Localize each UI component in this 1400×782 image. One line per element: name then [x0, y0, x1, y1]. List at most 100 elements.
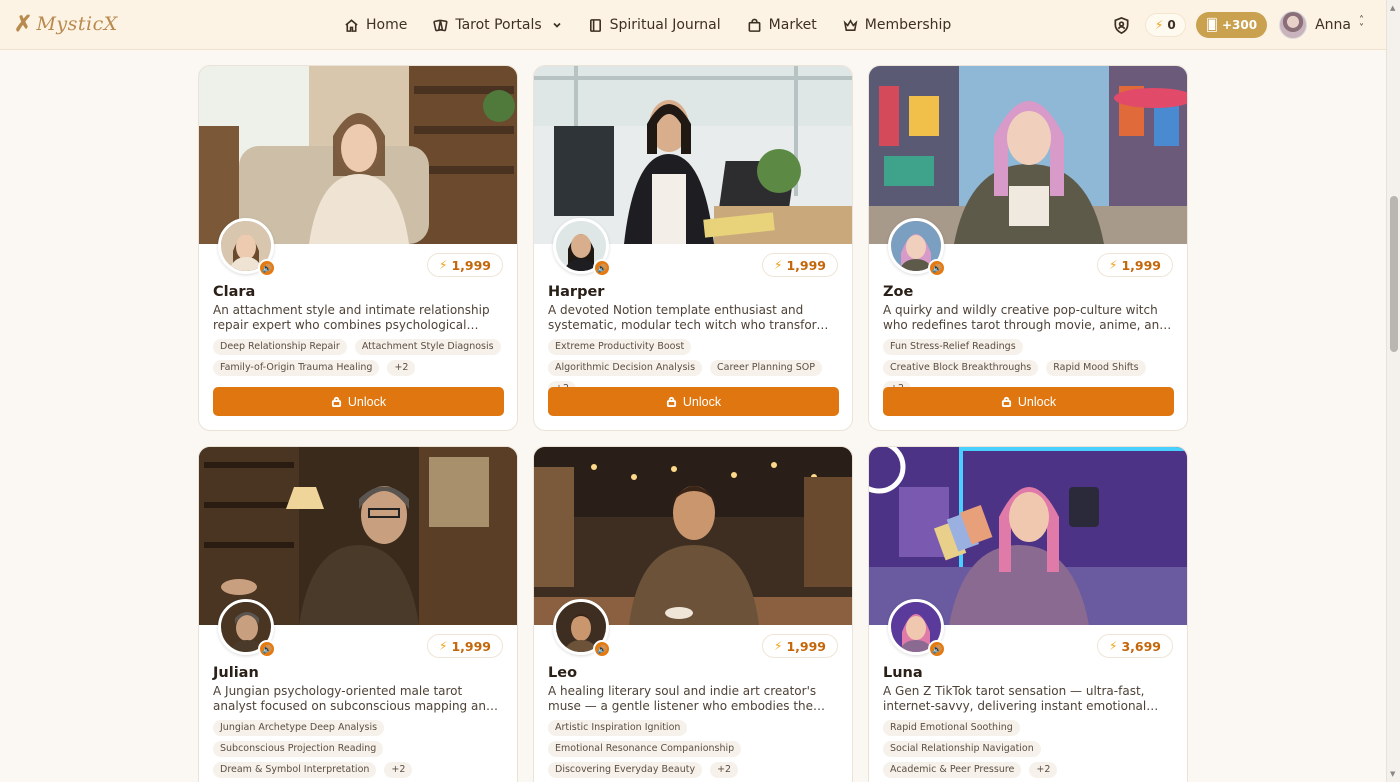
- scroll-thumb[interactable]: [1390, 196, 1398, 352]
- user-menu[interactable]: Anna ˄ ˅: [1279, 11, 1364, 39]
- audio-icon[interactable]: 🔊: [258, 640, 276, 658]
- price-value: 1,999: [1121, 257, 1161, 273]
- safety-button[interactable]: [1109, 12, 1135, 38]
- audio-icon[interactable]: 🔊: [593, 259, 611, 277]
- tag: Creative Block Breakthroughs: [883, 360, 1039, 376]
- reader-name: Clara: [213, 284, 256, 300]
- price-badge: ⚡ 1,999: [762, 634, 838, 658]
- reader-card[interactable]: 🔊 ⚡ 1,999 Harper A devoted Notion templat…: [533, 65, 853, 431]
- unlock-button[interactable]: Unlock: [213, 387, 504, 416]
- tag: Extreme Productivity Boost: [548, 339, 692, 355]
- more-tags[interactable]: +2: [710, 762, 739, 778]
- price-badge: ⚡ 1,999: [427, 634, 503, 658]
- reader-name: Leo: [548, 665, 578, 681]
- nav-spiritual-journal-label: Spiritual Journal: [609, 17, 721, 33]
- reader-card[interactable]: 🔊 ⚡ 3,699 Luna A Gen Z TikTok tarot sensa…: [868, 446, 1188, 782]
- nav-spiritual-journal[interactable]: Spiritual Journal: [588, 17, 721, 33]
- unlock-label: Unlock: [682, 394, 722, 409]
- tag: Jungian Archetype Deep Analysis: [213, 720, 385, 736]
- reader-description: An attachment style and intimate relatio…: [213, 303, 490, 332]
- tag-list: Deep Relationship Repair Attachment Styl…: [213, 339, 509, 376]
- unlock-label: Unlock: [1017, 394, 1057, 409]
- audio-icon[interactable]: 🔊: [928, 259, 946, 277]
- price-value: 1,999: [786, 638, 826, 654]
- energy-value: 0: [1167, 18, 1176, 32]
- nav-home[interactable]: Home: [344, 17, 407, 33]
- unlock-label: Unlock: [347, 394, 387, 409]
- lightning-icon: ⚡: [439, 639, 448, 653]
- tag-list: Jungian Archetype Deep Analysis Subconsc…: [213, 720, 509, 778]
- price-value: 3,699: [1121, 638, 1161, 654]
- shopping-bag-icon: [748, 18, 761, 32]
- tag: Family-of-Origin Trauma Healing: [213, 360, 380, 376]
- nav-tarot-portals-label: Tarot Portals: [455, 17, 542, 33]
- tag: Rapid Mood Shifts: [1046, 360, 1146, 376]
- chevron-down-icon: [553, 22, 561, 28]
- lock-icon: [666, 396, 676, 407]
- bonus-value: +300: [1221, 18, 1258, 32]
- reader-description: A quirky and wildly creative pop-culture…: [883, 303, 1167, 332]
- tag: Social Relationship Navigation: [883, 741, 1041, 757]
- home-icon: [345, 18, 358, 32]
- reader-card[interactable]: 🔊 ⚡ 1,999 Clara An attachment style and i…: [198, 65, 518, 431]
- audio-icon[interactable]: 🔊: [928, 640, 946, 658]
- nav-membership-label: Membership: [864, 17, 952, 33]
- more-tags[interactable]: +2: [384, 762, 413, 778]
- lock-icon: [331, 396, 341, 407]
- lightning-icon: ⚡: [774, 639, 783, 653]
- unlock-button[interactable]: Unlock: [548, 387, 839, 416]
- tarot-cards-icon: [433, 19, 448, 31]
- brand-logo[interactable]: ✗ MysticX: [14, 12, 118, 36]
- lightning-icon: ⚡: [439, 258, 448, 272]
- nav-home-label: Home: [366, 17, 408, 33]
- lightning-icon: ⚡: [1109, 258, 1118, 272]
- tag: Discovering Everyday Beauty: [548, 762, 703, 778]
- tag-list: Rapid Emotional Soothing Social Relation…: [883, 720, 1179, 778]
- avatar: [1279, 11, 1308, 39]
- price-badge: ⚡ 1,999: [427, 253, 503, 277]
- lightning-icon: ⚡: [774, 258, 783, 272]
- tag: Emotional Resonance Companionship: [548, 741, 742, 757]
- header-actions: ⚡ 0 🂠 +300 Anna ˄ ˅: [1109, 0, 1364, 50]
- page-scrollbar[interactable]: ▲ ▼: [1386, 0, 1400, 782]
- tag: Dream & Symbol Interpretation: [213, 762, 377, 778]
- reader-name: Harper: [548, 284, 605, 300]
- main-nav: Home Tarot Portals Spiritual Journal Mar…: [344, 0, 977, 50]
- tarot-cards-icon: 🂠: [1205, 18, 1218, 32]
- energy-balance[interactable]: ⚡ 0: [1144, 13, 1186, 37]
- tag: Attachment Style Diagnosis: [354, 339, 501, 355]
- price-badge: ⚡ 1,999: [762, 253, 838, 277]
- scroll-up-icon[interactable]: ▲: [1390, 4, 1395, 12]
- reader-card[interactable]: 🔊 ⚡ 1,999 Zoe A quirky and wildly creativ…: [868, 65, 1188, 431]
- reader-name: Luna: [883, 665, 923, 681]
- nav-membership[interactable]: Membership: [843, 17, 952, 33]
- tag-list: Artistic Inspiration Ignition Emotional …: [548, 720, 844, 778]
- more-tags[interactable]: +2: [387, 360, 416, 376]
- reader-name: Julian: [213, 665, 259, 681]
- bonus-button[interactable]: 🂠 +300: [1195, 12, 1268, 38]
- audio-icon[interactable]: 🔊: [258, 259, 276, 277]
- nav-market[interactable]: Market: [747, 17, 817, 33]
- brand-name: MysticX: [36, 13, 118, 35]
- audio-icon[interactable]: 🔊: [593, 640, 611, 658]
- nav-market-label: Market: [768, 17, 817, 33]
- scroll-down-icon[interactable]: ▼: [1390, 770, 1395, 778]
- price-badge: ⚡ 1,999: [1097, 253, 1173, 277]
- tag: Career Planning SOP: [710, 360, 822, 376]
- reader-description: A devoted Notion template enthusiast and…: [548, 303, 835, 332]
- nav-tarot-portals[interactable]: Tarot Portals: [433, 17, 561, 33]
- user-name: Anna: [1315, 17, 1351, 33]
- chevron-up-down-icon: ˄ ˅: [1359, 15, 1364, 34]
- reader-description: A Gen Z TikTok tarot sensation — ultra-f…: [883, 684, 1147, 713]
- tag: Artistic Inspiration Ignition: [548, 720, 688, 736]
- reader-card[interactable]: 🔊 ⚡ 1,999 Leo A healing literary soul and…: [533, 446, 853, 782]
- journal-icon: [589, 18, 601, 32]
- more-tags[interactable]: +2: [1029, 762, 1058, 778]
- reader-card[interactable]: 🔊 ⚡ 1,999 Julian A Jungian psychology-ori…: [198, 446, 518, 782]
- price-value: 1,999: [786, 257, 826, 273]
- price-badge: ⚡ 3,699: [1097, 634, 1173, 658]
- reader-description: A healing literary soul and indie art cr…: [548, 684, 817, 713]
- tag: Rapid Emotional Soothing: [883, 720, 1020, 736]
- unlock-button[interactable]: Unlock: [883, 387, 1174, 416]
- top-header: ✗ MysticX Home Tarot Portals Spiritual J…: [0, 0, 1386, 50]
